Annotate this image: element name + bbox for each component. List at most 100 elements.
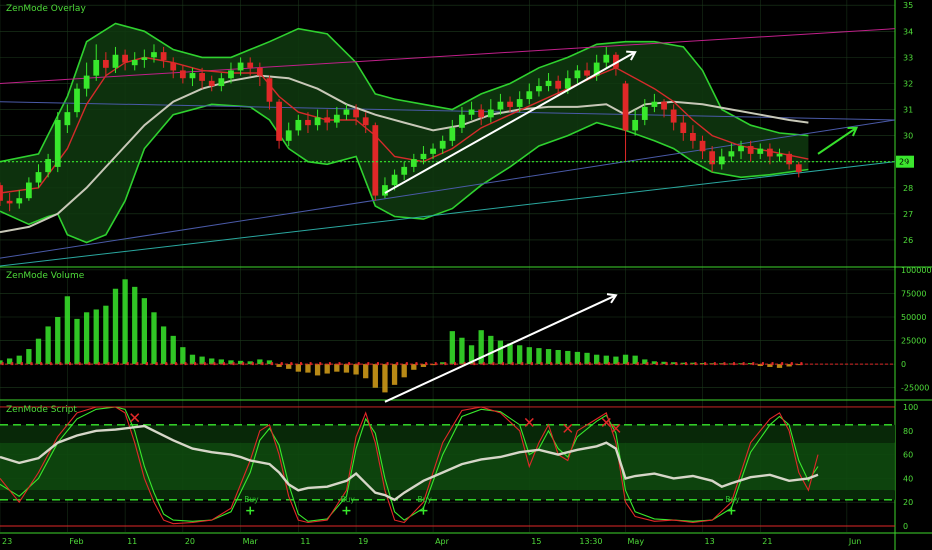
volume-bar	[488, 335, 494, 365]
candle-body	[767, 148, 773, 157]
volume-tick	[97, 362, 100, 366]
candle-body	[276, 101, 282, 141]
date-tick-label: Mar	[243, 537, 259, 546]
volume-tick	[482, 362, 485, 366]
volume-panel-title: ZenMode Volume	[6, 271, 85, 281]
volume-tick-label: 0	[901, 360, 906, 369]
candle-body	[709, 151, 716, 165]
candle-body	[285, 130, 292, 141]
date-tick-label: 23	[2, 537, 12, 546]
volume-tick-label: 75000	[901, 289, 926, 298]
volume-bar	[93, 309, 99, 365]
candle-body	[64, 112, 71, 126]
candle-body	[122, 54, 128, 63]
date-tick-label: 19	[358, 537, 368, 546]
neutral-zone-fill	[0, 442, 895, 491]
volume-bar	[536, 348, 542, 365]
candle-body	[208, 80, 215, 87]
volume-bar	[324, 364, 330, 374]
candle-body	[690, 133, 696, 141]
candle-body	[786, 153, 793, 165]
candle-body	[314, 117, 321, 126]
volume-bar	[151, 312, 157, 365]
volume-bar	[334, 364, 340, 372]
volume-bar	[170, 335, 176, 365]
date-tick-label: 11	[300, 537, 310, 546]
candle-body	[372, 125, 379, 196]
candle-body	[487, 109, 494, 118]
candle-body	[680, 122, 687, 133]
date-tick-label: 21	[762, 537, 772, 546]
volume-bar	[35, 338, 42, 365]
volume-bar	[103, 305, 109, 365]
date-tick-label: 11	[127, 537, 137, 546]
candle-body	[189, 73, 196, 79]
buy-signal-label: Buy	[340, 495, 355, 504]
volume-bar	[343, 364, 350, 373]
lower-zone-fill	[0, 490, 895, 500]
candle-body	[401, 166, 408, 175]
candle-body	[160, 52, 167, 60]
candle-body	[199, 73, 205, 81]
volume-tick-label: 50000	[901, 313, 926, 322]
candle-body	[661, 101, 667, 110]
candle-body	[247, 62, 254, 68]
overlay-price-tick-label: 33	[903, 53, 913, 62]
candle-body	[45, 159, 52, 173]
volume-bar	[382, 364, 388, 393]
date-tick-label: May	[628, 537, 645, 546]
candle-body	[102, 59, 109, 68]
volume-bar	[517, 345, 523, 365]
candle-body	[256, 67, 263, 76]
chart-stage: 29 26 27 28 29 30 31 32 33 34 35 -25000 0 25000 50000 7…	[0, 0, 932, 550]
candle-body	[343, 109, 350, 115]
volume-trend-arrow	[384, 294, 617, 403]
volume-bar	[55, 317, 61, 365]
sell-x-mark	[130, 413, 140, 423]
volume-tick	[348, 362, 351, 366]
buy-signal-label: Buy	[417, 495, 432, 504]
overlay-price-tick-label: 30	[903, 132, 913, 141]
overlay-price-tick-label: 28	[903, 184, 913, 193]
date-tick-label: 13	[705, 537, 715, 546]
volume-bar	[45, 326, 51, 365]
candle-body	[6, 200, 13, 204]
candle-body	[237, 62, 244, 71]
candle-body	[54, 119, 61, 167]
volume-bar	[132, 286, 138, 365]
candle-body	[25, 182, 32, 199]
candle-body	[324, 117, 331, 123]
candle-body	[83, 75, 90, 89]
candle-body	[353, 109, 359, 118]
buy-signal-label: Buy	[725, 495, 740, 504]
volume-bar	[314, 364, 321, 376]
buy-plus-mark	[342, 506, 351, 515]
candle-body	[141, 57, 148, 60]
candle-body	[622, 83, 629, 131]
script-tick-label: 60	[903, 451, 913, 460]
overlay-price-tick-label: 35	[903, 1, 913, 10]
volume-bar	[64, 296, 71, 365]
overlay-price-tick-label: 26	[903, 236, 913, 245]
candle-body	[131, 59, 138, 66]
candle-body	[776, 153, 783, 157]
chart-canvas: 2926272829303132333435-25000025000500007…	[0, 0, 932, 550]
candle-body	[468, 109, 475, 115]
candle-body	[179, 70, 186, 79]
candle-body	[536, 86, 542, 92]
buy-plus-mark	[246, 506, 255, 515]
volume-bar	[526, 347, 532, 365]
candle-body	[670, 109, 677, 123]
volume-tick-label: 25000	[901, 337, 926, 346]
candle-body	[439, 140, 446, 149]
candle-body	[420, 153, 427, 160]
trend-arrow	[817, 126, 858, 155]
candle-body	[718, 156, 725, 165]
script-tick-label: 40	[903, 474, 913, 483]
volume-bar	[372, 364, 378, 388]
volume-bar	[555, 349, 561, 365]
candle-body	[747, 146, 754, 154]
date-tick-label: 13:30	[579, 537, 602, 546]
volume-tick	[607, 362, 610, 366]
date-tick-label: 20	[185, 537, 195, 546]
